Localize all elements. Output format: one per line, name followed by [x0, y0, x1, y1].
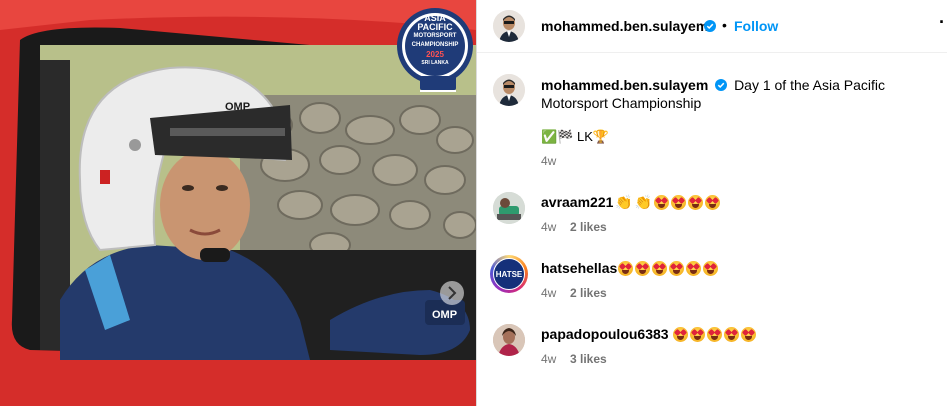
comment-emoji-row [618, 261, 718, 276]
next-slide-button[interactable] [440, 281, 464, 305]
comment-timestamp[interactable]: 4w [541, 220, 556, 234]
caption-emoji-line: ✅🏁 LK🏆 [541, 129, 610, 144]
comment-avatar-image [493, 192, 525, 224]
caption-author-avatar-image [493, 74, 525, 106]
championship-badge: ASIA PACIFIC MOTORSPORT CHAMPIONSHIP 202… [411, 13, 459, 67]
clapping-hands-icon: 👏 [615, 194, 633, 210]
caption-verified-badge-icon [715, 79, 728, 91]
star-struck-emoji-icon [687, 195, 703, 210]
comment-username[interactable]: papadopoulou6383 [541, 326, 669, 342]
star-struck-emoji-icon [704, 195, 720, 210]
star-struck-emoji-icon [635, 261, 650, 276]
caption-timestamp[interactable]: 4w [541, 154, 556, 168]
comment-likes[interactable]: 2 likes [570, 220, 607, 234]
author-avatar-image [493, 10, 525, 42]
caption-username[interactable]: mohammed.ben.sulayem [541, 77, 708, 93]
star-struck-emoji-icon [707, 327, 722, 342]
clapping-hands-icon: 👏 [634, 194, 652, 210]
comment-avatar[interactable] [493, 192, 525, 224]
comment-username[interactable]: avraam221 [541, 194, 613, 210]
follow-button[interactable]: Follow [734, 18, 778, 34]
more-options-icon[interactable]: ··· [939, 12, 947, 33]
comment-avatar: HATSE [493, 258, 525, 290]
comment-avatar-image [493, 324, 525, 356]
star-struck-emoji-icon [703, 261, 718, 276]
star-struck-emoji-icon [741, 327, 756, 342]
caption-body: mohammed.ben.sulayem Day 1 of the Asia P… [541, 76, 931, 112]
helmet-brand: OMP [225, 101, 250, 113]
star-struck-emoji-icon [670, 195, 686, 210]
comment-timestamp[interactable]: 4w [541, 352, 556, 366]
star-struck-emoji-icon [686, 261, 701, 276]
star-struck-emoji-icon [673, 327, 688, 342]
comment-likes[interactable]: 3 likes [570, 352, 607, 366]
comment-emoji-row: 👏 👏 [615, 195, 720, 210]
star-struck-emoji-icon [669, 261, 684, 276]
author-avatar[interactable] [493, 10, 525, 42]
post-details-panel: mohammed.ben.sulayem • Follow ··· mohamm… [477, 0, 947, 406]
glove-brand: OMP [432, 309, 457, 321]
comment-likes[interactable]: 2 likes [570, 286, 607, 300]
comment-avatar-text: HATSE [495, 269, 523, 279]
post-photo: OMP OMP ASIA PACIFIC MOTORSPORT CHAMPION… [0, 0, 476, 406]
caption-author-avatar[interactable] [493, 74, 525, 106]
comment-avatar[interactable] [493, 324, 525, 356]
verified-badge-icon [704, 20, 716, 32]
star-struck-emoji-icon [618, 261, 633, 276]
star-struck-emoji-icon [690, 327, 705, 342]
star-struck-emoji-icon [724, 327, 739, 342]
post-header: mohammed.ben.sulayem • Follow ··· [477, 0, 947, 53]
author-username[interactable]: mohammed.ben.sulayem [541, 18, 708, 34]
comment-timestamp[interactable]: 4w [541, 286, 556, 300]
comment-avatar-ring[interactable]: HATSE [490, 255, 528, 293]
star-struck-emoji-icon [653, 195, 669, 210]
star-struck-emoji-icon [652, 261, 667, 276]
comment-emoji-row [673, 327, 756, 342]
header-separator: • [722, 17, 727, 33]
comment-username[interactable]: hatsehellas [541, 260, 617, 276]
